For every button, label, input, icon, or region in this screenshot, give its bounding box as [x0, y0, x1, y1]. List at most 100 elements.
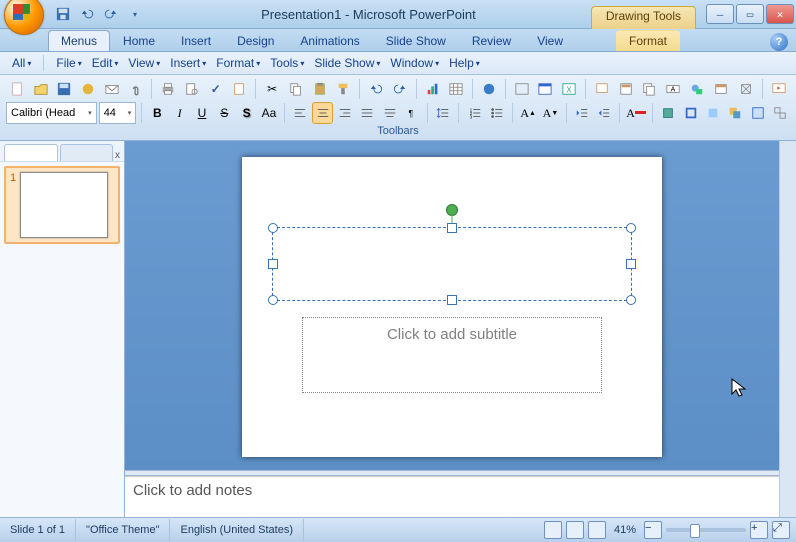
menu-file[interactable]: File▾ — [52, 54, 85, 72]
zoom-in-button[interactable]: + — [750, 521, 768, 539]
tab-insert[interactable]: Insert — [168, 30, 224, 51]
menu-format[interactable]: Format▾ — [212, 54, 264, 72]
undo-icon[interactable] — [365, 78, 387, 100]
mail-icon[interactable] — [101, 78, 123, 100]
slide-canvas[interactable]: Click to add subtitle — [125, 141, 779, 470]
layout-icon[interactable] — [615, 78, 637, 100]
resize-handle-e[interactable] — [626, 259, 636, 269]
text-shadow-button[interactable]: S — [237, 102, 257, 124]
font-color-icon[interactable]: A — [625, 102, 647, 124]
tab-design[interactable]: Design — [224, 30, 287, 51]
align-right-icon[interactable] — [335, 102, 355, 124]
print-preview-icon[interactable] — [181, 78, 203, 100]
tab-slideshow[interactable]: Slide Show — [373, 30, 459, 51]
zoom-slider-thumb[interactable] — [690, 524, 700, 538]
menu-view[interactable]: View▾ — [124, 54, 164, 72]
excel-icon[interactable]: X — [558, 78, 580, 100]
design-templates-icon[interactable] — [710, 78, 732, 100]
attach-icon[interactable] — [125, 78, 147, 100]
slide-thumb-1[interactable]: 1 — [4, 166, 120, 244]
panel-close-button[interactable]: x — [115, 150, 120, 161]
qat-customize[interactable]: ▾ — [124, 3, 146, 25]
slideshow-view-button[interactable] — [588, 521, 606, 539]
slideshow-run-icon[interactable] — [768, 78, 790, 100]
menu-tools[interactable]: Tools▾ — [266, 54, 308, 72]
resize-handle-se[interactable] — [626, 295, 636, 305]
tab-menus[interactable]: Menus — [48, 30, 110, 51]
bullets-icon[interactable] — [487, 102, 507, 124]
shape-outline-icon[interactable] — [680, 102, 700, 124]
new-blank-icon[interactable] — [6, 78, 28, 100]
status-theme[interactable]: "Office Theme" — [76, 519, 170, 541]
research-icon[interactable] — [229, 78, 251, 100]
tab-home[interactable]: Home — [110, 30, 168, 51]
status-slide[interactable]: Slide 1 of 1 — [0, 519, 76, 541]
fit-to-window-button[interactable]: ⤢ — [772, 521, 790, 539]
increase-font-icon[interactable]: A▲ — [518, 102, 538, 124]
hyperlink-icon[interactable] — [478, 78, 500, 100]
tab-format-context[interactable]: Format — [616, 30, 680, 51]
decrease-font-icon[interactable]: A▼ — [540, 102, 560, 124]
quick-styles-icon[interactable] — [747, 102, 767, 124]
table-icon[interactable] — [445, 78, 467, 100]
change-case-button[interactable]: Aa — [259, 102, 279, 124]
save-icon[interactable] — [53, 78, 75, 100]
zoom-slider[interactable] — [666, 528, 746, 532]
resize-handle-w[interactable] — [268, 259, 278, 269]
resize-handle-ne[interactable] — [626, 223, 636, 233]
increase-indent-icon[interactable] — [594, 102, 614, 124]
resize-handle-n[interactable] — [447, 223, 457, 233]
font-size-combo[interactable]: 44▾ — [99, 102, 137, 124]
panel-tab-outline[interactable] — [60, 144, 114, 161]
menu-slideshow[interactable]: Slide Show▾ — [310, 54, 384, 72]
redo-icon[interactable] — [389, 78, 411, 100]
text-box-icon[interactable]: A — [662, 78, 684, 100]
close-button[interactable]: ✕ — [766, 4, 794, 24]
zoom-label[interactable]: 41% — [614, 524, 636, 536]
font-name-combo[interactable]: Calibri (Head▾ — [6, 102, 97, 124]
menu-edit[interactable]: Edit▾ — [88, 54, 123, 72]
strikethrough-button[interactable]: S — [214, 102, 234, 124]
new-slide-icon[interactable] — [591, 78, 613, 100]
tab-view[interactable]: View — [524, 30, 576, 51]
vertical-scrollbar[interactable] — [779, 141, 796, 517]
text-direction-icon[interactable]: ¶ — [402, 102, 422, 124]
format-painter-icon[interactable] — [333, 78, 355, 100]
numbering-icon[interactable]: 123 — [464, 102, 484, 124]
slide[interactable]: Click to add subtitle — [242, 157, 662, 457]
copy-icon[interactable] — [285, 78, 307, 100]
expand-slide-icon[interactable] — [735, 78, 757, 100]
line-spacing-icon[interactable] — [433, 102, 453, 124]
zoom-out-button[interactable]: − — [644, 521, 662, 539]
qat-redo[interactable] — [100, 3, 122, 25]
panel-tab-slides[interactable] — [4, 144, 58, 161]
group-icon[interactable] — [770, 102, 790, 124]
maximize-button[interactable]: ▭ — [736, 4, 764, 24]
menu-insert[interactable]: Insert▾ — [166, 54, 210, 72]
title-placeholder[interactable] — [272, 227, 632, 301]
tables-borders-icon[interactable] — [511, 78, 533, 100]
duplicate-slide-icon[interactable] — [639, 78, 661, 100]
resize-handle-nw[interactable] — [268, 223, 278, 233]
menu-help[interactable]: Help▾ — [445, 54, 484, 72]
open-icon[interactable] — [30, 78, 52, 100]
paste-icon[interactable] — [309, 78, 331, 100]
menu-window[interactable]: Window▾ — [386, 54, 443, 72]
shape-fill-icon[interactable] — [658, 102, 678, 124]
subtitle-placeholder[interactable]: Click to add subtitle — [302, 317, 602, 393]
help-button[interactable]: ? — [770, 33, 788, 51]
resize-handle-sw[interactable] — [268, 295, 278, 305]
distributed-icon[interactable] — [379, 102, 399, 124]
justify-icon[interactable] — [357, 102, 377, 124]
tab-review[interactable]: Review — [459, 30, 524, 51]
minimize-button[interactable]: – — [706, 4, 734, 24]
status-language[interactable]: English (United States) — [170, 519, 304, 541]
shapes-icon[interactable] — [686, 78, 708, 100]
resize-handle-s[interactable] — [447, 295, 457, 305]
print-icon[interactable] — [157, 78, 179, 100]
align-center-icon[interactable] — [312, 102, 332, 124]
arrange-icon[interactable] — [725, 102, 745, 124]
chart-icon[interactable] — [422, 78, 444, 100]
menu-all[interactable]: All▾ — [8, 54, 35, 72]
insert-table-icon[interactable] — [535, 78, 557, 100]
